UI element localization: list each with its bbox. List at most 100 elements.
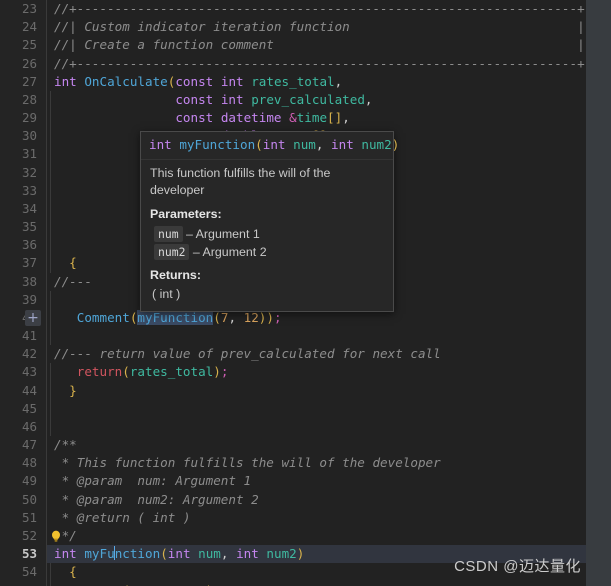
line-number-label: 41 — [21, 328, 37, 344]
line-number-25[interactable]: 25 — [0, 36, 46, 54]
line-number-label: 39 — [21, 291, 37, 307]
tooltip-signature-open-paren: ( — [255, 137, 263, 152]
indent-guide — [50, 109, 51, 128]
line-number-label: 53 — [21, 546, 37, 562]
code-line-49[interactable]: * @param num: Argument 1 — [47, 472, 586, 490]
code-line-23[interactable]: //+-------------------------------------… — [47, 0, 586, 18]
line-number-27[interactable]: 27 — [0, 73, 46, 91]
line-number-label: 25 — [21, 37, 37, 53]
code-line-26[interactable]: //+-------------------------------------… — [47, 55, 586, 73]
line-number-35[interactable]: 35 — [0, 218, 46, 236]
line-number-label: 44 — [21, 382, 37, 398]
line-number-label: 45 — [21, 400, 37, 416]
line-number-32[interactable]: 32 — [0, 164, 46, 182]
line-number-label: 29 — [21, 110, 37, 126]
line-number-26[interactable]: 26 — [0, 55, 46, 73]
code-line-43[interactable]: return(rates_total); — [47, 363, 586, 382]
tooltip-signature-param1-type: int — [262, 137, 286, 152]
tooltip-signature-return-type: int — [149, 137, 172, 152]
line-number-48[interactable]: 48 — [0, 454, 46, 472]
tooltip-returns-type: ( int ) — [152, 287, 181, 301]
indent-guide — [50, 236, 51, 255]
tooltip-signature-param2-name: num2 — [361, 137, 392, 152]
code-line-24[interactable]: //| Custom indicator iteration function … — [47, 18, 586, 36]
indent-guide — [50, 417, 51, 437]
line-number-34[interactable]: 34 — [0, 200, 46, 218]
code-fold-expand-icon[interactable]: + — [25, 309, 41, 326]
line-number-47[interactable]: 47 — [0, 436, 46, 454]
code-line-42[interactable]: //--- return value of prev_calculated fo… — [47, 345, 586, 363]
tooltip-body: This function fulfills the will of the d… — [141, 160, 393, 311]
indent-guide — [50, 308, 51, 328]
line-number-49[interactable]: 49 — [0, 472, 46, 490]
code-line-50[interactable]: * @param num2: Argument 2 — [47, 491, 586, 509]
indent-guide — [50, 163, 51, 182]
indent-guide — [50, 218, 51, 237]
code-line-25[interactable]: //| Create a function comment | — [47, 36, 586, 54]
code-line-46[interactable] — [47, 417, 586, 437]
line-number-label: 54 — [21, 564, 37, 580]
line-number-43[interactable]: 43 — [0, 363, 46, 381]
line-number-44[interactable]: 44 — [0, 382, 46, 400]
line-number-39[interactable]: 39 — [0, 291, 46, 309]
line-number-45[interactable]: 45 — [0, 400, 46, 418]
line-number-label: 52 — [21, 527, 37, 543]
tooltip-parameter-description: – Argument 1 — [182, 227, 260, 241]
line-number-label: 51 — [21, 509, 37, 525]
line-number-33[interactable]: 33 — [0, 182, 46, 200]
quick-fix-lightbulb-icon[interactable] — [49, 529, 63, 543]
line-number-38[interactable]: 38 — [0, 273, 46, 291]
line-number-label: 43 — [21, 364, 37, 380]
tooltip-signature-param1-name: num — [293, 137, 316, 152]
line-number-53[interactable]: 53 — [0, 545, 46, 563]
tooltip-parameter-row: num2 – Argument 2 — [150, 243, 384, 261]
line-number-40[interactable]: 40+ — [0, 309, 46, 327]
line-number-31[interactable]: 31 — [0, 145, 46, 163]
code-line-28[interactable]: const int prev_calculated, — [47, 90, 586, 110]
line-number-24[interactable]: 24 — [0, 18, 46, 36]
line-number-36[interactable]: 36 — [0, 236, 46, 254]
line-number-label: 34 — [21, 200, 37, 216]
line-number-54[interactable]: 54 — [0, 563, 46, 581]
code-line-55[interactable]: return(num + num2); — [47, 581, 586, 586]
line-number-label: 32 — [21, 164, 37, 180]
line-number-28[interactable]: 28 — [0, 91, 46, 109]
indent-guide — [50, 563, 51, 582]
line-number-50[interactable]: 50 — [0, 491, 46, 509]
line-number-label: 42 — [21, 346, 37, 362]
code-line-45[interactable] — [47, 399, 586, 418]
code-line-52[interactable]: */ — [47, 527, 586, 545]
code-line-47[interactable]: /** — [47, 436, 586, 454]
code-line-27[interactable]: int OnCalculate(const int rates_total, — [47, 73, 586, 91]
line-number-label: 31 — [21, 146, 37, 162]
code-line-29[interactable]: const datetime &time[], — [47, 109, 586, 128]
line-number-41[interactable]: 41 — [0, 327, 46, 345]
line-number-29[interactable]: 29 — [0, 109, 46, 127]
code-editor[interactable]: 23 24 25 26 27 28 29 30 31 32 33 34 35 36 37 38 39 40+41 4… — [0, 0, 611, 586]
code-line-44[interactable]: } — [47, 381, 586, 400]
line-number-label: 30 — [21, 128, 37, 144]
vertical-scrollbar[interactable] — [586, 0, 611, 586]
tooltip-signature-comma: , — [315, 137, 332, 152]
line-number-51[interactable]: 51 — [0, 509, 46, 527]
line-number-55[interactable]: 55 — [0, 582, 46, 586]
indent-guide — [50, 145, 51, 164]
line-number-42[interactable]: 42 — [0, 345, 46, 363]
line-number-gutter[interactable]: 23 24 25 26 27 28 29 30 31 32 33 34 35 36 37 38 39 40+41 4… — [0, 0, 46, 586]
line-number-label: 38 — [21, 273, 37, 289]
tooltip-parameter-description: – Argument 2 — [189, 245, 267, 259]
code-line-48[interactable]: * This function fulfills the will of the… — [47, 454, 586, 472]
line-number-30[interactable]: 30 — [0, 127, 46, 145]
line-number-23[interactable]: 23 — [0, 0, 46, 18]
code-line-51[interactable]: * @return ( int ) — [47, 509, 586, 527]
indent-guide — [50, 381, 51, 400]
indent-guide — [50, 363, 51, 382]
line-number-46[interactable]: 46 — [0, 418, 46, 436]
line-number-52[interactable]: 52 — [0, 527, 46, 545]
indent-guide — [50, 127, 51, 146]
line-number-label: 37 — [21, 255, 37, 271]
line-number-37[interactable]: 37 — [0, 254, 46, 272]
line-number-label: 27 — [21, 73, 37, 89]
code-line-41[interactable] — [47, 327, 586, 346]
indent-guide — [50, 199, 51, 219]
